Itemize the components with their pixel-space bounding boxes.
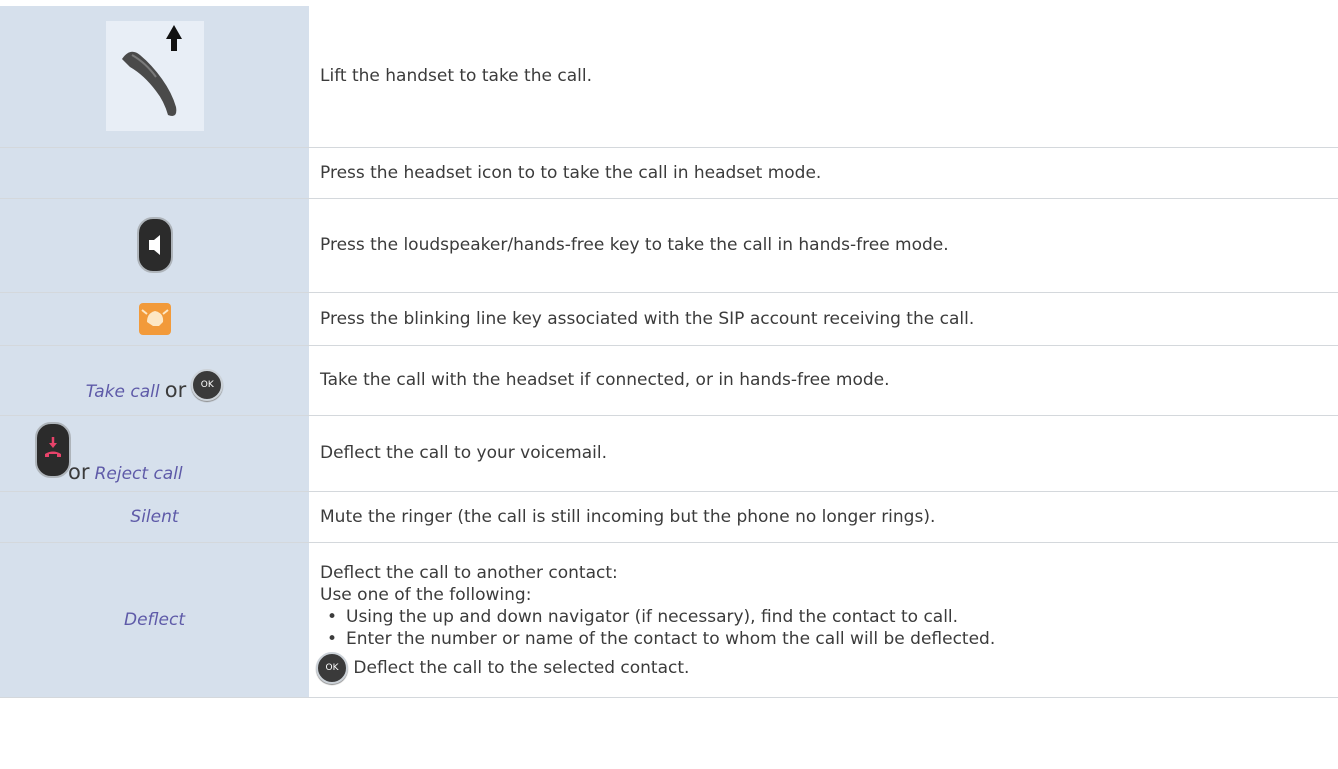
row-text: Lift the handset to take the call. bbox=[309, 6, 1338, 148]
deflect-instructions: Deflect the call to another contact: Use… bbox=[309, 542, 1338, 698]
icon-cell: Deflect bbox=[0, 542, 310, 698]
deflect-softkey[interactable]: Deflect bbox=[124, 610, 185, 630]
table-row: Take call or OK Take the call with the h… bbox=[0, 345, 1338, 416]
final-line: OK Deflect the call to the selected cont… bbox=[316, 651, 1338, 684]
handset-lift-icon bbox=[105, 21, 204, 132]
final-text: Deflect the call to the selected contact… bbox=[353, 657, 690, 678]
row-text: Deflect the call to your voicemail. bbox=[309, 415, 1338, 492]
row-text: Take the call with the headset if connec… bbox=[309, 345, 1338, 416]
row-text: Mute the ringer (the call is still incom… bbox=[309, 491, 1338, 543]
table-row: or Reject call Deflect the call to your … bbox=[0, 415, 1338, 492]
list-item: Enter the number or name of the contact … bbox=[320, 628, 1338, 650]
icon-cell bbox=[0, 147, 310, 199]
reject-call-softkey[interactable]: Reject call bbox=[95, 464, 183, 484]
icon-cell: Silent bbox=[0, 491, 310, 543]
instruction-line: Deflect the call to another contact: bbox=[320, 562, 618, 583]
table-row: Press the headset icon to to take the ca… bbox=[0, 147, 1338, 199]
table-row: Press the blinking line key associated w… bbox=[0, 292, 1338, 346]
loudspeaker-key-icon bbox=[136, 217, 173, 273]
table-row: Lift the handset to take the call. bbox=[0, 6, 1338, 148]
table-row: Deflect Deflect the call to another cont… bbox=[0, 542, 1338, 698]
instructions-table: Lift the handset to take the call. Press… bbox=[0, 6, 1338, 698]
icon-cell bbox=[0, 6, 310, 148]
line-key-icon bbox=[138, 302, 171, 335]
table-row: Silent Mute the ringer (the call is stil… bbox=[0, 491, 1338, 543]
or-text: or bbox=[68, 459, 90, 484]
row-text: Press the blinking line key associated w… bbox=[309, 292, 1338, 346]
ok-button-icon[interactable]: OK bbox=[316, 651, 348, 684]
take-call-softkey[interactable]: Take call bbox=[86, 382, 160, 402]
option-list: Using the up and down navigator (if nece… bbox=[320, 606, 1338, 650]
silent-softkey[interactable]: Silent bbox=[130, 507, 178, 527]
instruction-line: Use one of the following: bbox=[320, 584, 532, 605]
icon-cell: Take call or OK bbox=[0, 345, 310, 416]
table-row: Press the loudspeaker/hands-free key to … bbox=[0, 198, 1338, 293]
icon-cell: or Reject call bbox=[0, 415, 310, 492]
reject-key-icon[interactable] bbox=[34, 421, 72, 479]
list-item: Using the up and down navigator (if nece… bbox=[320, 606, 1338, 628]
ok-button-icon[interactable]: OK bbox=[191, 368, 224, 401]
row-text: Press the loudspeaker/hands-free key to … bbox=[309, 198, 1338, 293]
row-text: Press the headset icon to to take the ca… bbox=[309, 147, 1338, 199]
icon-cell bbox=[0, 198, 310, 293]
or-text: or bbox=[164, 377, 187, 402]
icon-cell bbox=[0, 292, 310, 346]
